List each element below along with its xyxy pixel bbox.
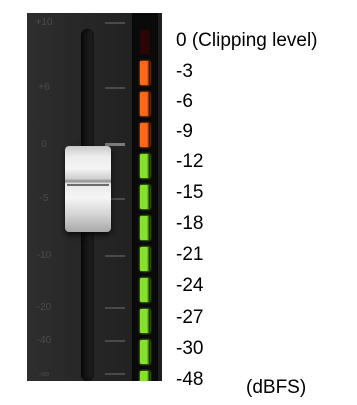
legend-label: -48: [176, 369, 204, 390]
meter-segment: [140, 309, 150, 333]
fader-scale-tick: [105, 340, 125, 342]
legend-unit-label: (dBFS): [246, 377, 307, 398]
fader-scale-label: -5: [39, 193, 49, 204]
fader-scale-tick: [105, 373, 125, 375]
meter-segment: [140, 371, 150, 381]
legend-label: -12: [176, 151, 204, 172]
meter-segment: [140, 278, 150, 302]
fader-scale-label: +6: [38, 82, 50, 93]
legend-label: -30: [176, 338, 204, 359]
fader-scale-label: -∞: [38, 369, 50, 380]
meter-segment: [140, 340, 150, 364]
legend-label: -3: [176, 61, 193, 82]
legend-label: -15: [176, 182, 204, 203]
meter-segment: [140, 154, 150, 178]
channel-strip-panel: +10 +6 0 -5 -10 -20 -40 -∞: [27, 13, 162, 381]
fader-scale-tick: [105, 255, 125, 257]
fader-scale-label: -20: [36, 302, 52, 313]
fader-scale-label: -40: [36, 335, 52, 346]
meter-segment: [140, 247, 150, 271]
fader-scale-tick: [105, 307, 125, 309]
meter-segment: [140, 185, 150, 209]
meter-segment: [140, 30, 150, 54]
legend-label: -21: [176, 244, 204, 265]
fader-knob[interactable]: [65, 146, 111, 232]
meter-segment: [140, 92, 150, 116]
fader-scale-label: +10: [35, 17, 53, 28]
fader-scale-tick: [105, 87, 125, 89]
meter-segment: [140, 123, 150, 147]
meter-segment: [140, 216, 150, 240]
legend-label: -18: [176, 213, 204, 234]
fader-scale-label: 0: [41, 139, 47, 150]
level-meter: [132, 13, 158, 381]
meter-segment: [140, 61, 150, 85]
legend-label: -9: [176, 121, 193, 142]
legend-label: -6: [176, 91, 193, 112]
legend-label-clipping: 0 (Clipping level): [176, 30, 318, 51]
legend-label: -24: [176, 275, 204, 296]
legend-label: -27: [176, 307, 204, 328]
fader-scale-tick: [105, 22, 125, 24]
fader-knob-groove: [67, 184, 109, 186]
fader-scale-label: -10: [36, 250, 52, 261]
